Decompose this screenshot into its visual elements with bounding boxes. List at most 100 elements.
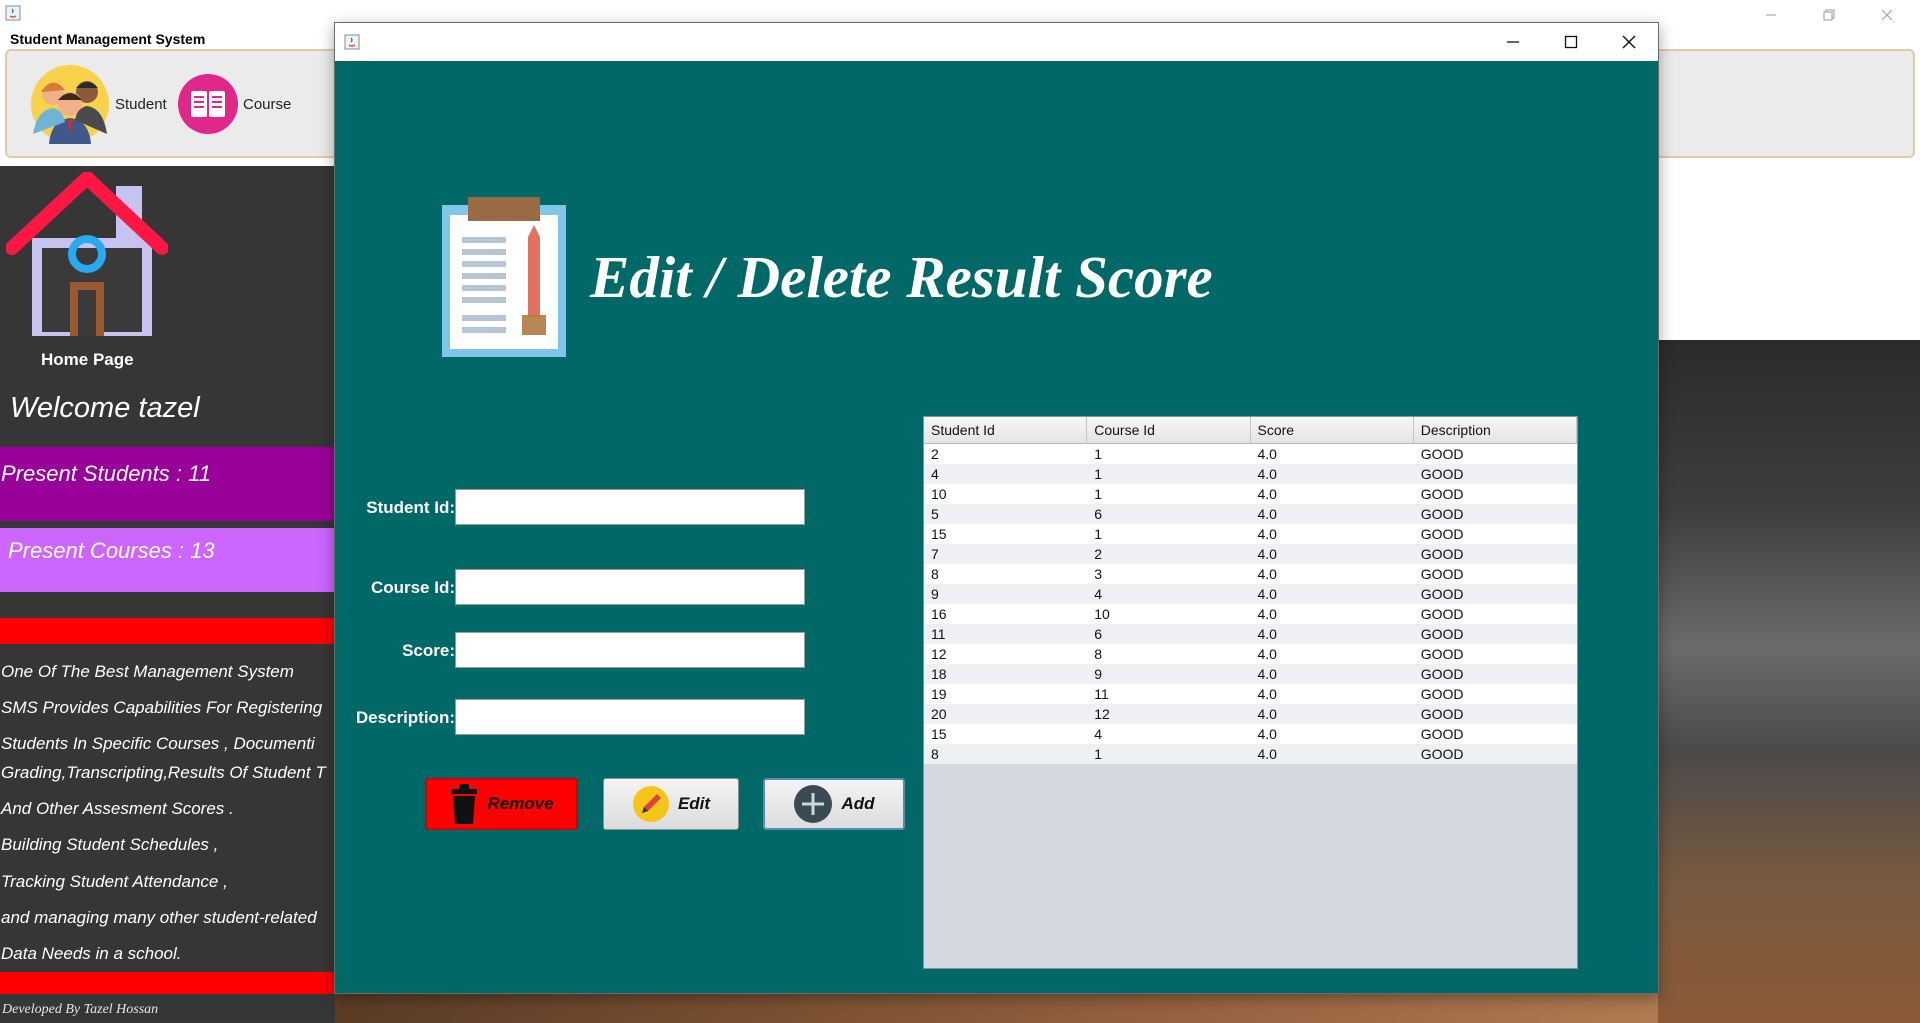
add-button[interactable]: Add bbox=[763, 778, 905, 830]
student-id-field[interactable] bbox=[455, 489, 805, 525]
column-header-description[interactable]: Description bbox=[1414, 417, 1577, 443]
table-row[interactable]: 19 11 4.0 GOOD bbox=[924, 684, 1577, 704]
welcome-text: Welcome tazel bbox=[10, 392, 200, 424]
table-cell: 4.0 bbox=[1257, 666, 1277, 682]
table-cell: GOOD bbox=[1420, 706, 1464, 722]
table-cell: GOOD bbox=[1420, 666, 1464, 682]
description-line: Grading,Transcripting,Results Of Student… bbox=[1, 763, 326, 782]
table-cell: 9 bbox=[1094, 666, 1103, 682]
table-cell: 4.0 bbox=[1257, 726, 1277, 742]
toolbar-course-label: Course bbox=[243, 95, 292, 113]
table-cell: 2 bbox=[1094, 546, 1103, 562]
table-row[interactable]: 4 1 4.0 GOOD bbox=[924, 464, 1577, 484]
table-row[interactable]: 8 1 4.0 GOOD bbox=[924, 744, 1577, 764]
table-cell: 4.0 bbox=[1257, 686, 1277, 702]
table-cell: 12 bbox=[1094, 706, 1110, 722]
table-cell: 4.0 bbox=[1257, 646, 1277, 662]
java-icon bbox=[344, 34, 360, 50]
table-row[interactable]: 8 3 4.0 GOOD bbox=[924, 564, 1577, 584]
table-row[interactable]: 11 6 4.0 GOOD bbox=[924, 624, 1577, 644]
remove-button-label: Remove bbox=[487, 794, 554, 813]
toolbar-course-button[interactable]: Course bbox=[177, 65, 291, 143]
score-field[interactable] bbox=[455, 632, 805, 668]
remove-button[interactable]: Remove bbox=[425, 778, 578, 830]
table-cell: 18 bbox=[931, 666, 947, 682]
table-row[interactable]: 5 6 4.0 GOOD bbox=[924, 504, 1577, 524]
table-row[interactable]: 20 12 4.0 GOOD bbox=[924, 704, 1577, 724]
pencil-icon bbox=[632, 786, 669, 822]
table-row[interactable]: 15 1 4.0 GOOD bbox=[924, 524, 1577, 544]
red-divider-bottom bbox=[0, 972, 335, 994]
table-cell: 7 bbox=[931, 546, 939, 562]
table-cell: 4.0 bbox=[1257, 446, 1277, 462]
table-cell: 4.0 bbox=[1257, 506, 1277, 522]
table-row[interactable]: 16 10 4.0 GOOD bbox=[924, 604, 1577, 624]
table-cell: 1 bbox=[1094, 526, 1103, 542]
dialog-minimize-button[interactable] bbox=[1484, 23, 1542, 61]
table-row[interactable]: 18 9 4.0 GOOD bbox=[924, 664, 1577, 684]
table-cell: 4.0 bbox=[1257, 566, 1277, 582]
table-cell: 4 bbox=[1094, 586, 1103, 602]
table-cell: GOOD bbox=[1420, 486, 1464, 502]
home-page-label[interactable]: Home Page bbox=[41, 350, 134, 370]
table-cell: 1 bbox=[1094, 466, 1103, 482]
column-header-score[interactable]: Score bbox=[1251, 417, 1414, 443]
toolbar-student-label: Student bbox=[115, 95, 167, 113]
minimize-button[interactable] bbox=[1742, 0, 1800, 30]
results-table[interactable]: Student Id Course Id Score Description 2… bbox=[923, 416, 1578, 969]
table-cell: 19 bbox=[931, 686, 947, 702]
table-cell: 16 bbox=[931, 606, 947, 622]
table-row[interactable]: 9 4 4.0 GOOD bbox=[924, 584, 1577, 604]
sidebar: Home Page Welcome tazel Present Students… bbox=[0, 166, 335, 1023]
course-id-field[interactable] bbox=[455, 569, 805, 605]
book-icon bbox=[178, 74, 238, 134]
minimize-icon bbox=[1766, 14, 1776, 16]
background-photo bbox=[1658, 340, 1920, 1023]
minimize-icon bbox=[1507, 41, 1519, 43]
score-label: Score: bbox=[402, 641, 455, 660]
column-header-course-id[interactable]: Course Id bbox=[1087, 417, 1251, 443]
description-line: and managing many other student-related bbox=[1, 908, 317, 927]
edit-button[interactable]: Edit bbox=[603, 778, 739, 830]
restore-button[interactable] bbox=[1800, 0, 1858, 30]
column-header-student-id[interactable]: Student Id bbox=[924, 417, 1088, 443]
table-row[interactable]: 12 8 4.0 GOOD bbox=[924, 644, 1577, 664]
table-cell: 2 bbox=[931, 446, 939, 462]
table-cell: GOOD bbox=[1420, 686, 1464, 702]
table-cell: 4.0 bbox=[1257, 746, 1277, 762]
table-cell: 10 bbox=[1094, 606, 1110, 622]
table-cell: GOOD bbox=[1420, 546, 1464, 562]
table-cell: 4 bbox=[1094, 726, 1103, 742]
present-courses-text: Present Courses : 13 bbox=[8, 538, 215, 563]
dialog-maximize-button[interactable] bbox=[1542, 23, 1600, 61]
table-row[interactable]: 7 2 4.0 GOOD bbox=[924, 544, 1577, 564]
table-body: 2 1 4.0 GOOD 4 1 4.0 GOOD 10 1 4.0 GOOD 5 6 4.0 GOOD 15 1… bbox=[924, 444, 1577, 764]
dialog-close-button[interactable] bbox=[1600, 23, 1658, 61]
table-header: Student Id Course Id Score Description bbox=[924, 417, 1577, 444]
table-cell: 4.0 bbox=[1257, 546, 1277, 562]
close-button[interactable] bbox=[1858, 0, 1916, 30]
table-row[interactable]: 10 1 4.0 GOOD bbox=[924, 484, 1577, 504]
app-title: Student Management System bbox=[10, 31, 206, 47]
description-field[interactable] bbox=[455, 699, 805, 735]
table-cell: 12 bbox=[931, 646, 947, 662]
present-courses-bar: Present Courses : 13 bbox=[0, 528, 335, 592]
description-line: Students In Specific Courses , Documenti bbox=[1, 734, 315, 753]
red-divider-top bbox=[0, 618, 335, 644]
table-cell: 11 bbox=[1094, 686, 1109, 702]
home-icon[interactable] bbox=[6, 172, 168, 338]
table-cell: 4.0 bbox=[1257, 466, 1277, 482]
table-cell: 4.0 bbox=[1257, 706, 1277, 722]
table-cell: 6 bbox=[1094, 626, 1103, 642]
table-row[interactable]: 2 1 4.0 GOOD bbox=[924, 444, 1577, 464]
maximize-icon bbox=[1564, 35, 1578, 49]
developer-credit: Developed By Tazel Hossan bbox=[2, 1002, 159, 1017]
table-row[interactable]: 15 4 4.0 GOOD bbox=[924, 724, 1577, 744]
table-cell: GOOD bbox=[1420, 746, 1464, 762]
table-cell: GOOD bbox=[1420, 586, 1464, 602]
plus-icon bbox=[794, 785, 833, 823]
table-cell: 4.0 bbox=[1257, 526, 1277, 542]
toolbar-student-button[interactable]: Student bbox=[29, 65, 167, 144]
restore-icon bbox=[1823, 9, 1835, 21]
course-id-label: Course Id: bbox=[370, 578, 455, 597]
